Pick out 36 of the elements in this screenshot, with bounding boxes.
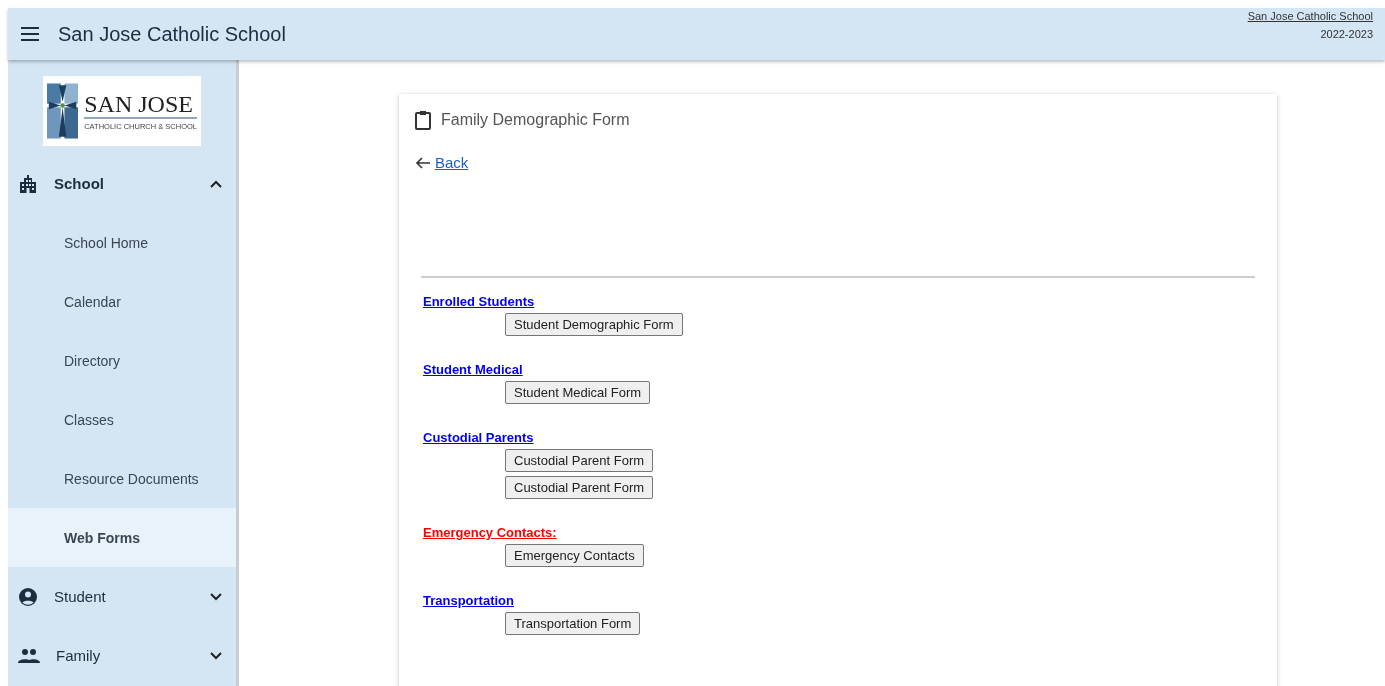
- school-link[interactable]: San Jose Catholic School: [1247, 10, 1373, 22]
- person-circle-icon: [18, 586, 38, 607]
- nav-item[interactable]: Resource Documents: [8, 449, 236, 508]
- app-title: San Jose Catholic School: [58, 22, 287, 46]
- card-title: Family Demographic Form: [441, 111, 630, 129]
- back-link[interactable]: Back: [415, 154, 469, 171]
- section-link[interactable]: Emergency Contacts:: [423, 525, 557, 540]
- chevron-down-icon: [210, 592, 222, 601]
- nav-item[interactable]: Directory: [8, 331, 236, 390]
- clipboard-icon: [415, 110, 431, 130]
- nav-item[interactable]: Calendar: [8, 272, 236, 331]
- school-year: 2022-2023: [1320, 28, 1373, 40]
- building-icon: [18, 173, 38, 194]
- section-link[interactable]: Enrolled Students: [423, 294, 535, 309]
- nav-item[interactable]: School Home: [8, 213, 236, 272]
- section-link[interactable]: Student Medical: [423, 362, 523, 377]
- people-icon: [18, 647, 40, 664]
- nav-section[interactable]: Student: [8, 567, 236, 626]
- nav-section[interactable]: School: [8, 154, 236, 213]
- form-button[interactable]: Custodial Parent Form: [505, 476, 654, 499]
- section-link[interactable]: Custodial Parents: [423, 430, 534, 445]
- menu-icon[interactable]: [20, 27, 40, 41]
- form-button[interactable]: Emergency Contacts: [505, 544, 644, 567]
- form-button[interactable]: Student Demographic Form: [505, 313, 683, 336]
- form-button[interactable]: Transportation Form: [505, 612, 641, 635]
- nav-item[interactable]: Web Forms: [8, 508, 236, 567]
- chevron-up-icon: [210, 179, 222, 188]
- nav-section[interactable]: Family: [8, 626, 236, 685]
- arrow-left-icon: [415, 156, 431, 169]
- form-button[interactable]: Custodial Parent Form: [505, 449, 654, 472]
- nav-item[interactable]: Classes: [8, 390, 236, 449]
- section-link[interactable]: Transportation: [423, 593, 514, 608]
- logo-name: SAN JOSE: [84, 90, 197, 120]
- form-button[interactable]: Student Medical Form: [505, 381, 651, 404]
- chevron-down-icon: [210, 651, 222, 660]
- cross-logo-icon: [47, 81, 79, 141]
